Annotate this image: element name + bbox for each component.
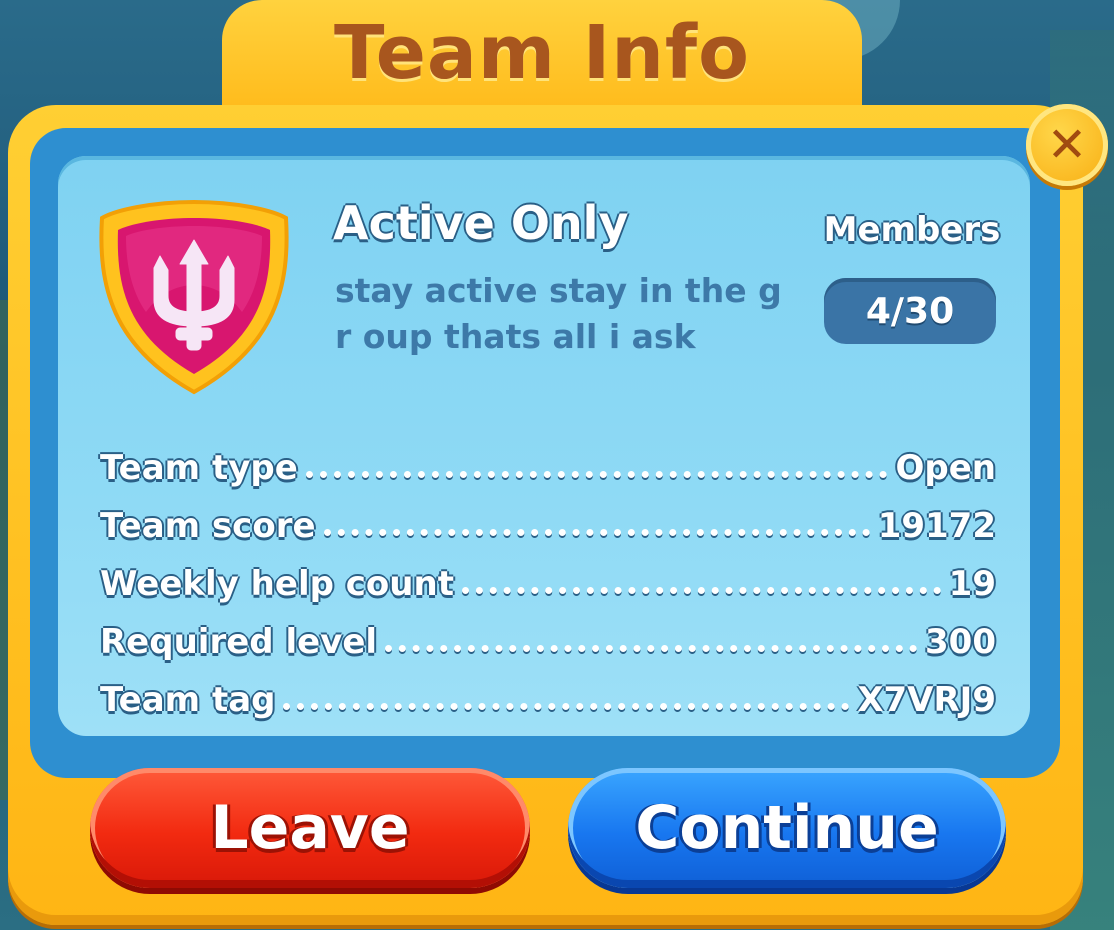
team-stats-list: Team type Open Team score 19172 Weekly h… — [100, 430, 996, 720]
team-type-value: Open — [895, 448, 996, 488]
required-level-label: Required level — [100, 622, 378, 662]
weekly-help-count-value: 19 — [948, 564, 996, 604]
close-icon: ✕ — [1046, 117, 1088, 173]
team-badge — [96, 196, 292, 396]
members-label: Members — [823, 210, 1001, 250]
team-score-label: Team score — [100, 506, 316, 546]
weekly-help-count-label: Weekly help count — [100, 564, 454, 604]
trident-shield-icon — [99, 199, 289, 395]
dotted-leader — [323, 529, 870, 536]
team-score-row: Team score 19172 — [100, 488, 996, 546]
team-tag-row: Team tag X7VRJ9 — [100, 662, 996, 720]
dotted-leader — [461, 587, 941, 594]
members-count-badge: 4/30 — [824, 278, 996, 344]
team-description: stay active stay in the gr oup thats all… — [335, 271, 782, 356]
dotted-leader — [385, 645, 918, 652]
team-score-value: 19172 — [877, 506, 996, 546]
team-tag-label: Team tag — [100, 680, 276, 720]
team-tag-value: X7VRJ9 — [857, 680, 996, 720]
dotted-leader — [305, 471, 888, 478]
team-name: Active Only — [333, 196, 629, 250]
leave-button[interactable]: Leave — [90, 768, 530, 888]
required-level-value: 300 — [925, 622, 996, 662]
weekly-help-count-row: Weekly help count 19 — [100, 546, 996, 604]
close-button[interactable]: ✕ — [1026, 104, 1108, 186]
members-count: 4/30 — [865, 290, 955, 332]
team-type-row: Team type Open — [100, 430, 996, 488]
dialog-title: Team Info — [334, 10, 750, 96]
continue-button[interactable]: Continue — [568, 768, 1006, 888]
required-level-row: Required level 300 — [100, 604, 996, 662]
team-type-label: Team type — [100, 448, 298, 488]
dotted-leader — [283, 703, 850, 710]
